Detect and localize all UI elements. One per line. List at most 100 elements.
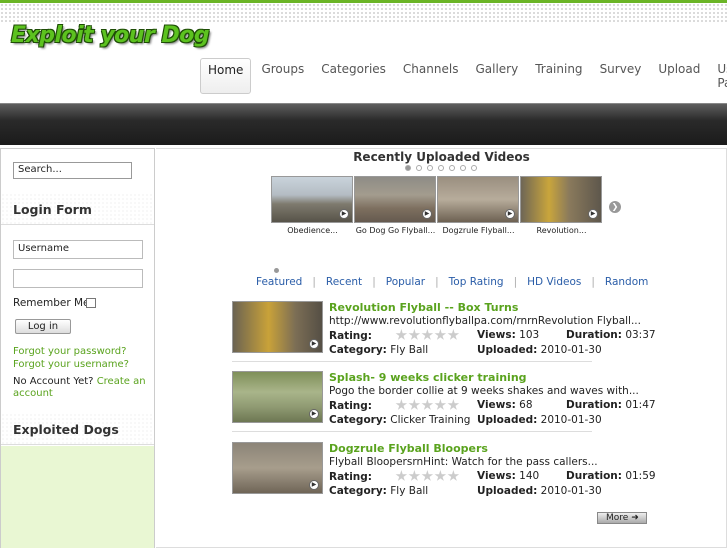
carousel-dot[interactable] xyxy=(460,165,466,171)
forgot-password-link[interactable]: Forgot your password? xyxy=(13,346,126,357)
recent-thumb[interactable]: ▶ Revolution... xyxy=(520,176,603,235)
star-icon xyxy=(421,399,434,410)
carousel-dot[interactable] xyxy=(416,165,422,171)
star-icon xyxy=(434,329,447,340)
nav-user-panel[interactable]: User Panel xyxy=(710,58,727,94)
thumb-image[interactable]: ▶ xyxy=(520,176,602,223)
nav-channels[interactable]: Channels xyxy=(396,58,466,94)
tab-recent[interactable]: Recent xyxy=(316,276,372,288)
category-value[interactable]: Clicker Training xyxy=(390,414,470,426)
thumb-image[interactable]: ▶ xyxy=(354,176,436,223)
tab-featured[interactable]: Featured xyxy=(246,276,312,288)
carousel-dot[interactable] xyxy=(438,165,444,171)
rating-stars[interactable] xyxy=(395,399,460,414)
duration-label: Duration: xyxy=(566,470,622,482)
views-row: Views: 68 xyxy=(477,399,533,411)
remember-checkbox[interactable] xyxy=(86,298,96,308)
recent-videos-title: Recently Uploaded Videos xyxy=(353,150,530,164)
thumb-caption[interactable]: Dogzrule Flyball... xyxy=(437,226,520,235)
carousel-dot[interactable] xyxy=(405,165,411,171)
play-icon: ▶ xyxy=(309,409,319,419)
play-icon: ▶ xyxy=(422,209,432,219)
more-button[interactable]: More ➜ xyxy=(597,512,647,524)
uploaded-label: Uploaded: xyxy=(477,414,538,426)
duration-value: 03:37 xyxy=(625,329,656,341)
duration-label: Duration: xyxy=(566,329,622,341)
category-value[interactable]: Fly Ball xyxy=(390,344,428,356)
video-title[interactable]: Revolution Flyball -- Box Turns xyxy=(329,301,518,314)
thumb-caption[interactable]: Go Dog Go Flyball... xyxy=(354,226,437,235)
uploaded-value: 2010-01-30 xyxy=(540,344,602,356)
login-button[interactable]: Log in xyxy=(15,319,71,334)
tab-random[interactable]: Random xyxy=(595,276,658,288)
category-value[interactable]: Fly Ball xyxy=(390,485,428,497)
thumb-caption[interactable]: Obedience... xyxy=(271,226,354,235)
video-thumbnail[interactable]: ▶ xyxy=(232,442,323,494)
rating-label: Rating: xyxy=(329,400,372,412)
nav-survey[interactable]: Survey xyxy=(593,58,649,94)
nav-upload[interactable]: Upload xyxy=(651,58,707,94)
views-value: 103 xyxy=(519,329,540,341)
star-icon xyxy=(395,329,408,340)
views-label: Views: xyxy=(477,399,516,411)
nav-categories[interactable]: Categories xyxy=(314,58,393,94)
duration-value: 01:59 xyxy=(625,470,656,482)
duration-value: 01:47 xyxy=(625,399,656,411)
nav-gallery[interactable]: Gallery xyxy=(468,58,525,94)
video-title[interactable]: Dogzrule Flyball Bloopers xyxy=(329,442,488,455)
recent-thumbs: ▶ Obedience... ▶ Go Dog Go Flyball... ▶ … xyxy=(271,176,603,235)
category-label: Category: xyxy=(329,414,387,426)
thumb-image[interactable]: ▶ xyxy=(271,176,353,223)
rating-stars[interactable] xyxy=(395,470,460,485)
tab-hd-videos[interactable]: HD Videos xyxy=(517,276,591,288)
video-item: ▶ Dogzrule Flyball Bloopers Flyball Bloo… xyxy=(232,442,712,502)
video-title[interactable]: Splash- 9 weeks clicker training xyxy=(329,371,527,384)
carousel-next-icon[interactable]: ❯ xyxy=(609,201,621,213)
play-icon: ▶ xyxy=(588,209,598,219)
thumb-caption[interactable]: Revolution... xyxy=(520,226,603,235)
uploaded-row: Uploaded: 2010-01-30 xyxy=(477,344,602,356)
tab-top-rating[interactable]: Top Rating xyxy=(439,276,514,288)
recent-thumb[interactable]: ▶ Dogzrule Flyball... xyxy=(437,176,520,235)
nav-training[interactable]: Training xyxy=(528,58,589,94)
rating-row: Rating: xyxy=(329,470,460,485)
star-icon xyxy=(447,329,460,340)
tab-popular[interactable]: Popular xyxy=(376,276,435,288)
login-heading: Login Form xyxy=(1,193,154,225)
remember-label: Remember Me xyxy=(13,297,90,309)
video-description: Pogo the border collie at 9 weeks shakes… xyxy=(329,385,639,397)
uploaded-label: Uploaded: xyxy=(477,485,538,497)
divider xyxy=(232,431,592,432)
rating-label: Rating: xyxy=(329,330,372,342)
video-thumbnail[interactable]: ▶ xyxy=(232,301,323,353)
views-value: 140 xyxy=(519,470,540,482)
rating-stars[interactable] xyxy=(395,329,460,344)
thumb-image[interactable]: ▶ xyxy=(437,176,519,223)
password-field[interactable] xyxy=(13,269,143,288)
recent-thumb[interactable]: ▶ Go Dog Go Flyball... xyxy=(354,176,437,235)
duration-label: Duration: xyxy=(566,399,622,411)
video-description: http://www.revolutionflyballpa.com/rnrnR… xyxy=(329,315,641,327)
forgot-username-link[interactable]: Forgot your username? xyxy=(13,359,129,370)
carousel-dot[interactable] xyxy=(449,165,455,171)
uploaded-value: 2010-01-30 xyxy=(540,414,602,426)
carousel-dot[interactable] xyxy=(427,165,433,171)
video-thumbnail[interactable]: ▶ xyxy=(232,371,323,423)
site-logo[interactable]: Exploit your Dog xyxy=(11,23,210,48)
video-tabs: Featured | Recent | Popular | Top Rating | H… xyxy=(246,276,658,288)
carousel-dots xyxy=(405,165,482,171)
username-field[interactable]: Username xyxy=(13,240,143,259)
play-icon: ▶ xyxy=(309,480,319,490)
recent-thumb[interactable]: ▶ Obedience... xyxy=(271,176,354,235)
uploaded-row: Uploaded: 2010-01-30 xyxy=(477,414,602,426)
header-bar xyxy=(0,103,727,145)
nav-groups[interactable]: Groups xyxy=(254,58,311,94)
play-icon: ▶ xyxy=(505,209,515,219)
no-account-text: No Account Yet? Create an account xyxy=(13,376,148,400)
views-value: 68 xyxy=(519,399,533,411)
nav-home[interactable]: Home xyxy=(200,58,252,94)
play-icon: ▶ xyxy=(309,339,319,349)
top-stripe xyxy=(0,0,727,24)
carousel-dot[interactable] xyxy=(471,165,477,171)
search-input[interactable]: Search... xyxy=(13,162,132,179)
